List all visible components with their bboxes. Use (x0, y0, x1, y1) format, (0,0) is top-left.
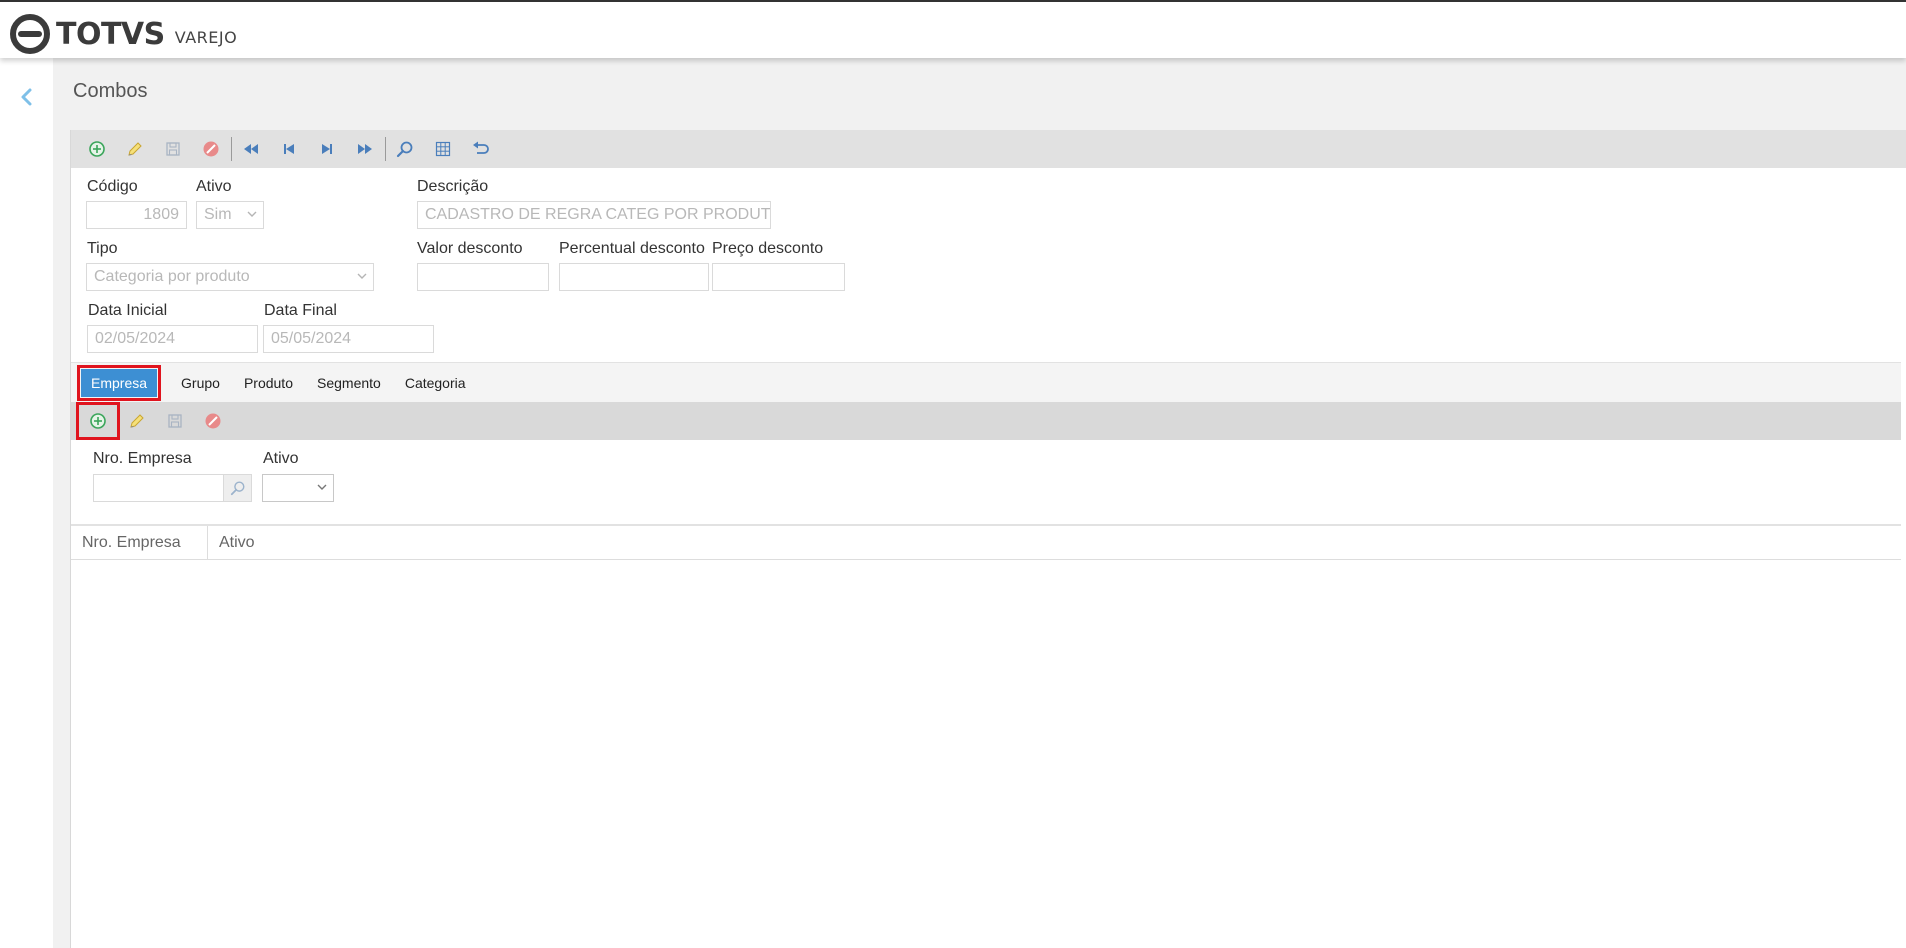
detail-add-button[interactable] (76, 402, 120, 440)
page-title: Combos (73, 80, 148, 102)
edit-button[interactable] (116, 134, 154, 164)
sub-ativo-label: Ativo (263, 450, 299, 467)
add-button[interactable] (78, 134, 116, 164)
ativo-select[interactable]: Sim (196, 201, 264, 229)
detail-cancel-button[interactable] (194, 406, 232, 436)
detail-save-button[interactable] (156, 406, 194, 436)
search-button[interactable] (386, 134, 424, 164)
save-icon (168, 414, 182, 428)
previous-record-button[interactable] (270, 134, 308, 164)
data-inicial-label: Data Inicial (88, 302, 168, 319)
left-rail (0, 58, 53, 948)
tipo-label: Tipo (87, 240, 118, 257)
first-record-button[interactable] (232, 134, 270, 164)
undo-button[interactable] (462, 134, 500, 164)
percentual-desconto-label: Percentual desconto (559, 240, 705, 257)
tipo-select-value: Categoria por produto (94, 268, 250, 285)
nro-empresa-label: Nro. Empresa (93, 450, 192, 467)
descricao-field[interactable]: CADASTRO DE REGRA CATEG POR PRODUTO (417, 201, 771, 229)
search-icon (396, 141, 413, 158)
top-bar: TOTVS VAREJO (0, 0, 1906, 58)
cancel-icon (203, 141, 219, 157)
codigo-field[interactable]: 1809 (86, 201, 187, 229)
chevron-down-icon (247, 211, 257, 217)
undo-icon (473, 141, 489, 154)
first-record-icon (244, 144, 258, 154)
grid-button[interactable] (424, 134, 462, 164)
descricao-label: Descrição (417, 178, 489, 195)
sub-ativo-select[interactable] (262, 474, 334, 502)
next-record-icon (322, 144, 332, 154)
cancel-button[interactable] (192, 134, 230, 164)
previous-record-icon (284, 144, 294, 154)
detail-tabs: Empresa Grupo Produto Segmento Categoria (71, 362, 1901, 402)
tab-segmento[interactable]: Segmento (307, 369, 391, 397)
brand-name: TOTVS (56, 16, 165, 52)
tab-produto[interactable]: Produto (234, 369, 303, 397)
tab-grupo[interactable]: Grupo (171, 369, 230, 397)
combo-panel: Código 1809 Ativo Sim Descrição CADASTRO… (70, 130, 1906, 948)
last-record-icon (358, 144, 372, 154)
main-content: Combos Código 1809 Ativo Sim Descrição C… (53, 58, 1906, 948)
data-inicial-field[interactable]: 02/05/2024 (87, 325, 258, 353)
last-record-button[interactable] (346, 134, 384, 164)
ativo-label: Ativo (196, 178, 232, 195)
nro-empresa-field[interactable] (93, 474, 224, 502)
empresa-grid: Nro. Empresa Ativo (71, 524, 1901, 948)
tab-categoria[interactable]: Categoria (395, 369, 476, 397)
detail-edit-button[interactable] (118, 406, 156, 436)
grid-col-nro-empresa[interactable]: Nro. Empresa (71, 526, 208, 559)
grid-icon (435, 141, 451, 157)
preco-desconto-field[interactable] (712, 263, 845, 291)
grid-col-ativo[interactable]: Ativo (208, 526, 1901, 559)
add-icon (89, 141, 105, 157)
main-toolbar (71, 130, 1906, 168)
percentual-desconto-field[interactable] (559, 263, 709, 291)
add-icon (90, 413, 106, 429)
totvs-logo[interactable]: TOTVS VAREJO (10, 14, 237, 54)
nro-empresa-lookup-button[interactable] (224, 474, 252, 502)
save-button[interactable] (154, 134, 192, 164)
tab-empresa[interactable]: Empresa (76, 364, 162, 401)
valor-desconto-field[interactable] (417, 263, 549, 291)
edit-icon (130, 414, 144, 428)
next-record-button[interactable] (308, 134, 346, 164)
ativo-select-value: Sim (204, 206, 232, 223)
totvs-logo-icon (10, 14, 50, 54)
tipo-select[interactable]: Categoria por produto (86, 263, 374, 291)
codigo-label: Código (87, 178, 138, 195)
cancel-icon (205, 413, 221, 429)
valor-desconto-label: Valor desconto (417, 240, 523, 257)
chevron-down-icon (357, 273, 367, 279)
chevron-left-icon[interactable] (16, 84, 36, 110)
data-final-label: Data Final (264, 302, 337, 319)
chevron-down-icon (317, 484, 327, 490)
detail-toolbar (71, 402, 1901, 440)
brand-product: VAREJO (174, 27, 238, 47)
preco-desconto-label: Preço desconto (712, 240, 824, 257)
search-icon (230, 481, 244, 496)
grid-header: Nro. Empresa Ativo (71, 526, 1901, 560)
edit-icon (128, 142, 142, 156)
save-icon (166, 142, 180, 156)
data-final-field[interactable]: 05/05/2024 (263, 325, 434, 353)
